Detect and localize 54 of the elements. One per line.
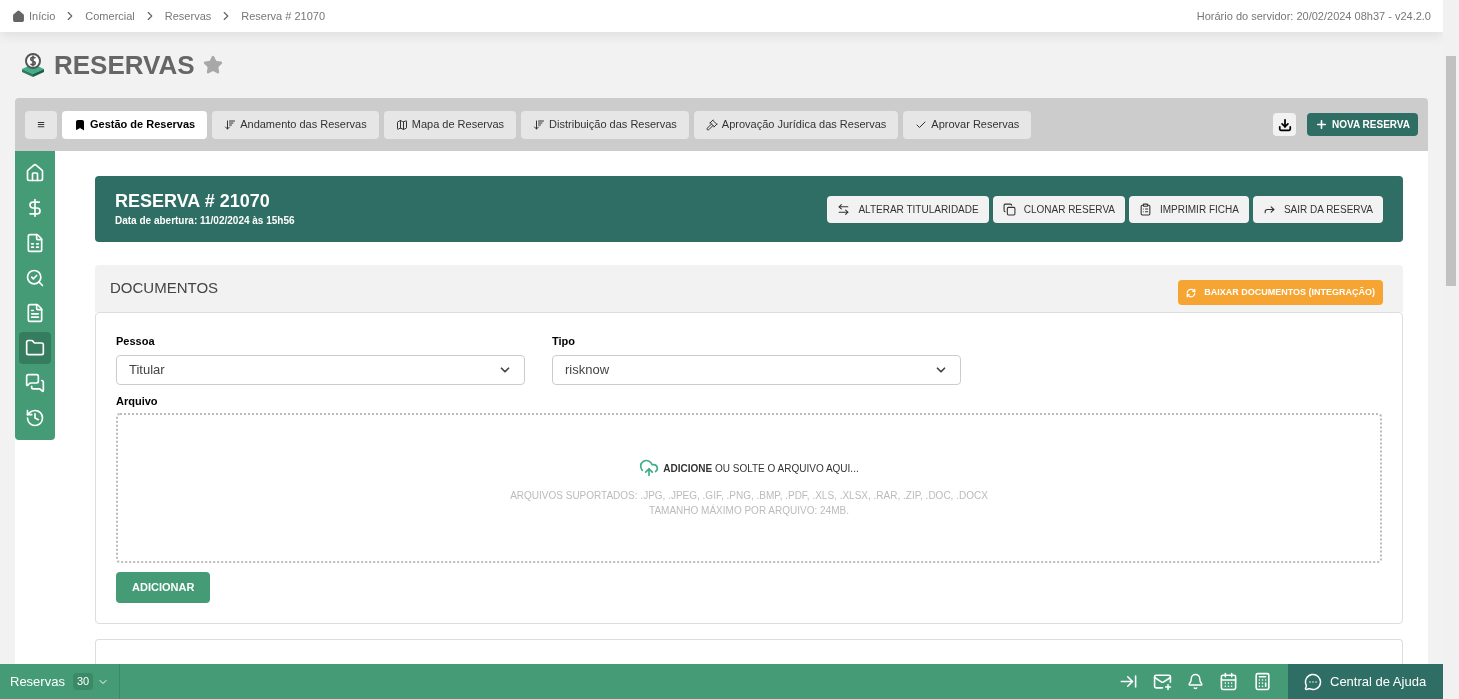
reservation-title: RESERVA # 21070 (115, 190, 271, 213)
action-button[interactable]: SAIR DA RESERVA (1252, 195, 1383, 223)
folder-icon[interactable] (19, 332, 51, 364)
home-icon (12, 9, 25, 23)
tab[interactable]: Gestão de Reservas (62, 110, 208, 139)
sort-icon (224, 118, 237, 131)
cloud-upload-icon (639, 458, 660, 478)
action-button[interactable]: CLONAR RESERVA (992, 195, 1125, 223)
copy-icon (1002, 202, 1016, 216)
swap-icon (837, 202, 851, 216)
action-button[interactable]: IMPRIMIR FICHA (1129, 195, 1249, 223)
field-label: Tipo (552, 334, 576, 349)
breadcrumb-link[interactable]: Início (29, 7, 56, 25)
opening-date: Data de abertura: 11/02/2024 às 15h56 (115, 213, 295, 228)
map-icon (395, 118, 408, 131)
tab[interactable]: Distribuição das Reservas (521, 110, 689, 139)
download-button[interactable] (1273, 113, 1296, 136)
tab[interactable]: Aprovação Jurídica das Reservas (693, 110, 899, 139)
select-field[interactable]: Titular (116, 354, 525, 385)
chat-bubble-icon (1304, 672, 1322, 691)
new-reservation-button[interactable]: NOVA RESERVA (1307, 113, 1418, 136)
bookmark-icon (74, 118, 86, 131)
collapse-icon[interactable] (1119, 672, 1138, 691)
tab[interactable]: Andamento das Reservas (212, 110, 379, 139)
bell-icon[interactable] (1187, 673, 1204, 690)
server-time: Horário do servidor: 20/02/2024 08h37 - v24.2.0 (1196, 8, 1431, 24)
calculator-icon[interactable] (1253, 672, 1272, 691)
field-label: Arquivo (116, 393, 159, 409)
action-button[interactable]: ALTERAR TITULARIDADE (827, 195, 989, 223)
count-badge: 30 (72, 673, 94, 690)
page-title: RESERVAS (54, 48, 195, 82)
field-label: Pessoa (116, 334, 156, 349)
select-field[interactable]: risknow (552, 354, 961, 385)
drop-zone[interactable]: ADICIONE OU SOLTE O ARQUIVO AQUI... ARQUIVOS SUPORTADOS: .JPG, .JPEG, .GIF, .PNG, .BMP, .PDF, .XLS, .XLSX, .RAR, .ZIP, .DOC, .DOCX TAMANHO MÁXIMO POR ARQUIVO: 24MB. (116, 413, 1382, 563)
menu-button[interactable]: ≡ (25, 110, 57, 139)
supported-formats: ARQUIVOS SUPORTADOS: .JPG, .JPEG, .GIF, .PNG, .BMP, .PDF, .XLS, .XLSX, .RAR, .ZIP, .DOC, .DOCX (510, 489, 988, 503)
drop-zone-text: ADICIONE OU SOLTE O ARQUIVO AQUI... (663, 461, 859, 476)
refresh-icon (1186, 287, 1197, 298)
clipboard-icon (1139, 202, 1152, 216)
calendar-icon[interactable] (1219, 672, 1238, 691)
breadcrumb-link[interactable]: Comercial (85, 7, 135, 25)
section-title: DOCUMENTOS (110, 278, 219, 299)
plus-icon (1315, 118, 1328, 131)
tab[interactable]: Mapa de Reservas (383, 110, 517, 139)
download-icon (1277, 117, 1292, 132)
breadcrumb-link[interactable]: Reservas (164, 7, 212, 25)
tab[interactable]: Aprovar Reservas (903, 110, 1032, 139)
logo-icon (20, 52, 46, 78)
star-icon[interactable] (202, 55, 223, 75)
gavel-icon (705, 118, 718, 131)
max-size: TAMANHO MÁXIMO POR ARQUIVO: 24MB. (649, 503, 849, 518)
help-center-button[interactable]: Central de Ajuda (1288, 664, 1443, 699)
breadcrumb-current[interactable]: Reserva # 21070 (241, 7, 326, 25)
sort-icon (533, 118, 546, 131)
